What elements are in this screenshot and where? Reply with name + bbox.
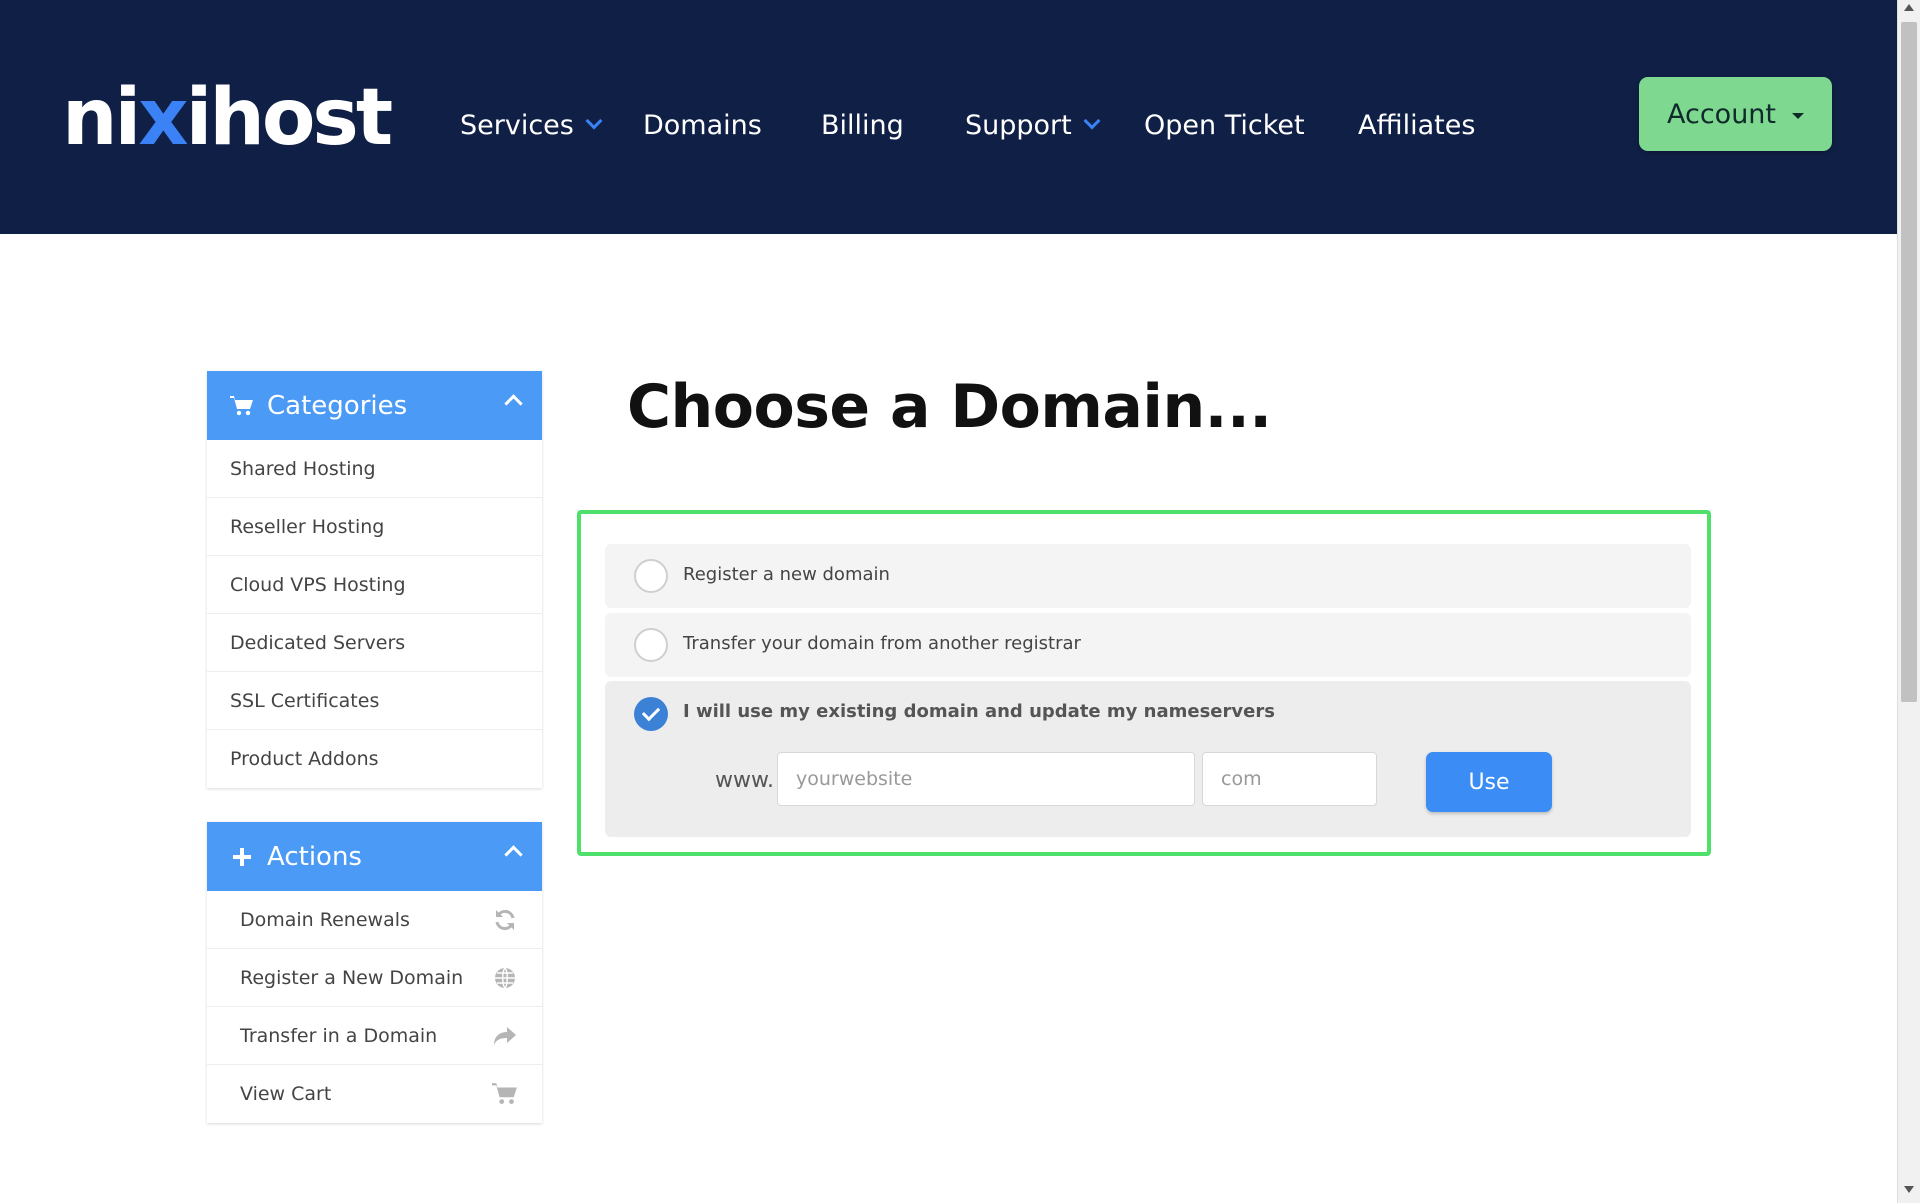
shopping-cart-icon <box>229 395 255 417</box>
domain-tld-input[interactable] <box>1202 752 1377 806</box>
nixihost-logo[interactable]: nixihost <box>62 78 393 158</box>
nav-open-ticket[interactable]: Open Ticket <box>1144 100 1305 150</box>
option-label[interactable]: Register a new domain <box>683 564 890 585</box>
category-label: Product Addons <box>230 748 379 770</box>
logo-text-2: ihost <box>185 73 394 163</box>
category-label: Dedicated Servers <box>230 631 406 654</box>
category-label: Shared Hosting <box>230 457 376 480</box>
scroll-thumb[interactable] <box>1901 22 1917 702</box>
shopping-cart-icon <box>492 1081 518 1107</box>
site-header: nixihost Services Domains Billing Suppor… <box>0 0 1897 234</box>
action-item-transfer-domain[interactable]: Transfer in a Domain <box>207 1007 542 1065</box>
chevron-down-icon <box>585 112 603 130</box>
nav-domains[interactable]: Domains <box>643 100 762 150</box>
action-label: Domain Renewals <box>240 908 410 931</box>
radio-register-new-domain[interactable] <box>634 559 668 593</box>
chevron-up-icon[interactable] <box>504 394 523 413</box>
scroll-down-arrow-icon[interactable] <box>1904 1186 1914 1193</box>
category-label: SSL Certificates <box>230 689 380 712</box>
option-label[interactable]: I will use my existing domain and update… <box>683 701 1275 722</box>
nav-services[interactable]: Services <box>460 100 603 150</box>
nav-open-ticket-label: Open Ticket <box>1144 109 1305 141</box>
category-item-dedicated-servers[interactable]: Dedicated Servers <box>207 614 542 672</box>
share-arrow-icon <box>492 1023 518 1049</box>
domain-name-input[interactable] <box>777 752 1195 806</box>
option-transfer-domain[interactable]: Transfer your domain from another regist… <box>605 613 1691 677</box>
option-use-existing-domain[interactable]: I will use my existing domain and update… <box>605 681 1691 837</box>
nav-billing[interactable]: Billing <box>821 100 904 150</box>
chevron-down-icon <box>1083 112 1101 130</box>
nav-billing-label: Billing <box>821 109 904 141</box>
use-button[interactable]: Use <box>1426 752 1552 812</box>
actions-panel: Actions Domain Renewals Register a New D… <box>207 822 542 1123</box>
category-label: Reseller Hosting <box>230 515 385 538</box>
nav-affiliates[interactable]: Affiliates <box>1358 100 1475 150</box>
category-label: Cloud VPS Hosting <box>230 573 406 596</box>
page-title: Choose a Domain... <box>627 372 1272 442</box>
caret-down-icon <box>1792 113 1804 119</box>
globe-icon <box>492 965 518 991</box>
nav-domains-label: Domains <box>643 109 762 141</box>
refresh-icon <box>492 907 518 933</box>
category-item-product-addons[interactable]: Product Addons <box>207 730 542 788</box>
option-register-new-domain[interactable]: Register a new domain <box>605 544 1691 608</box>
categories-panel-header[interactable]: Categories <box>207 371 542 440</box>
radio-use-existing-domain[interactable] <box>634 697 668 731</box>
chevron-up-icon[interactable] <box>504 845 523 864</box>
www-prefix: www. <box>715 768 774 793</box>
scroll-up-arrow-icon[interactable] <box>1904 4 1914 11</box>
category-item-ssl-certificates[interactable]: SSL Certificates <box>207 672 542 730</box>
actions-panel-header[interactable]: Actions <box>207 822 542 891</box>
domain-choice-box: Register a new domain Transfer your doma… <box>577 510 1711 856</box>
nav-services-label: Services <box>460 109 574 141</box>
logo-text-x: x <box>138 73 188 163</box>
radio-transfer-domain[interactable] <box>634 628 668 662</box>
account-button[interactable]: Account <box>1639 77 1832 151</box>
category-item-cloud-vps-hosting[interactable]: Cloud VPS Hosting <box>207 556 542 614</box>
action-label: View Cart <box>240 1083 332 1105</box>
account-button-label: Account <box>1666 98 1776 130</box>
checkmark-icon <box>641 702 661 722</box>
action-label: Register a New Domain <box>240 966 464 989</box>
nav-affiliates-label: Affiliates <box>1358 109 1476 141</box>
option-label[interactable]: Transfer your domain from another regist… <box>683 633 1081 654</box>
category-item-reseller-hosting[interactable]: Reseller Hosting <box>207 498 542 556</box>
logo-text-1: ni <box>62 73 141 163</box>
action-item-register-new-domain[interactable]: Register a New Domain <box>207 949 542 1007</box>
action-item-view-cart[interactable]: View Cart <box>207 1065 542 1123</box>
page-scrollbar[interactable] <box>1897 0 1920 1203</box>
nav-support[interactable]: Support <box>965 100 1101 150</box>
action-item-domain-renewals[interactable]: Domain Renewals <box>207 891 542 949</box>
category-item-shared-hosting[interactable]: Shared Hosting <box>207 440 542 498</box>
plus-icon <box>229 847 255 867</box>
categories-title: Categories <box>267 390 408 421</box>
nav-support-label: Support <box>965 109 1072 141</box>
action-label: Transfer in a Domain <box>240 1024 438 1047</box>
actions-title: Actions <box>267 841 362 872</box>
categories-panel: Categories Shared Hosting Reseller Hosti… <box>207 371 542 788</box>
